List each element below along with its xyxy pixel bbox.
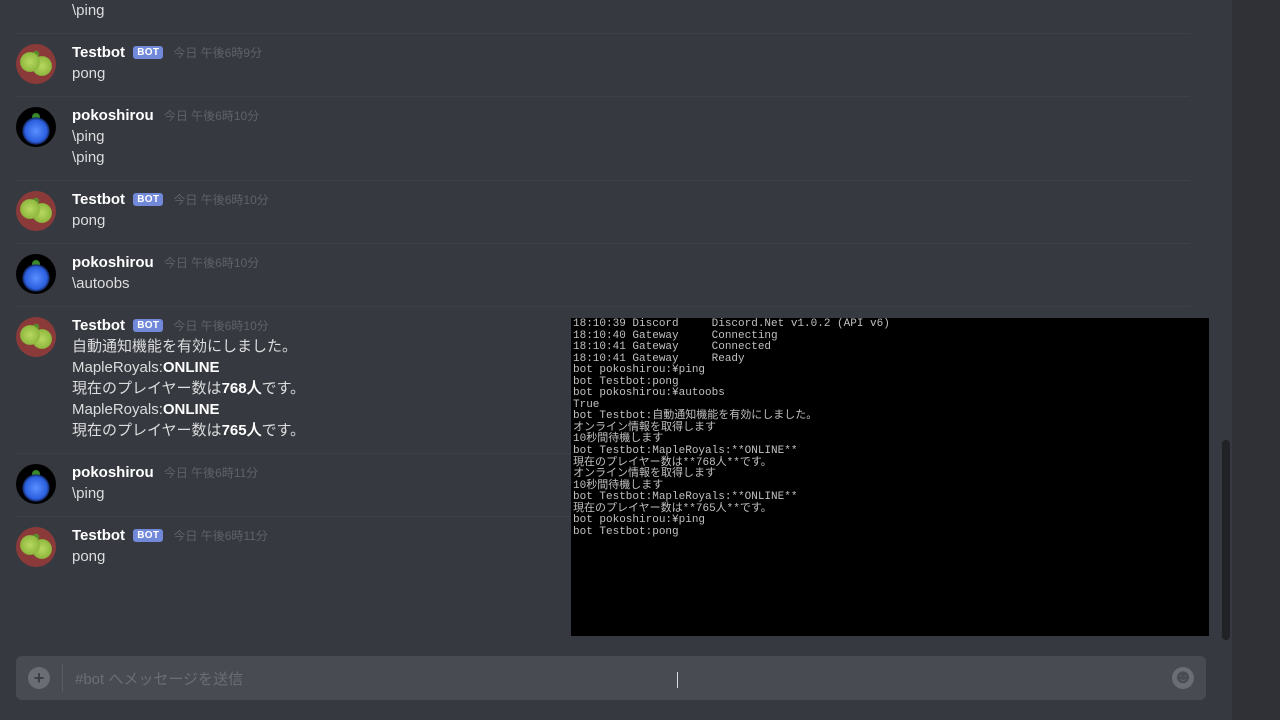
timestamp: 今日 午後6時10分 xyxy=(164,109,259,123)
username[interactable]: pokoshirou xyxy=(72,254,154,271)
timestamp: 今日 午後6時10分 xyxy=(173,319,268,333)
message: Testbot BOT 今日 午後6時10分 pong xyxy=(0,181,1206,237)
message: pokoshirou 今日 午後6時10分 \autoobs xyxy=(0,244,1206,300)
message-header: pokoshirou 今日 午後6時10分 xyxy=(72,107,1190,124)
message-text: pong xyxy=(72,63,1190,84)
avatar[interactable] xyxy=(16,527,56,567)
message-body: pokoshirou 今日 午後6時10分 \ping \ping xyxy=(72,107,1190,168)
username[interactable]: Testbot xyxy=(72,191,125,208)
timestamp: 今日 午後6時10分 xyxy=(173,193,268,207)
bot-badge: BOT xyxy=(133,529,163,542)
message-header: Testbot BOT 今日 午後6時9分 xyxy=(72,44,1190,61)
message-text: \ping xyxy=(72,147,1190,168)
avatar[interactable] xyxy=(16,464,56,504)
message-header: Testbot BOT 今日 午後6時10分 xyxy=(72,191,1190,208)
timestamp: 今日 午後6時11分 xyxy=(164,466,258,480)
console-window: 18:10:39 Discord Discord.Net v1.0.2 (API… xyxy=(571,318,1209,636)
message-text: pong xyxy=(72,210,1190,231)
attach-button[interactable]: + xyxy=(28,667,50,689)
message-body: Testbot BOT 今日 午後6時10分 pong xyxy=(72,191,1190,231)
bot-badge: BOT xyxy=(133,46,163,59)
timestamp: 今日 午後6時10分 xyxy=(164,256,259,270)
avatar[interactable] xyxy=(16,317,56,357)
bot-badge: BOT xyxy=(133,193,163,206)
username[interactable]: Testbot xyxy=(72,527,125,544)
text-cursor-icon xyxy=(677,672,678,688)
avatar[interactable] xyxy=(16,191,56,231)
username[interactable]: pokoshirou xyxy=(72,107,154,124)
bot-badge: BOT xyxy=(133,319,163,332)
scrollbar[interactable] xyxy=(1222,0,1230,645)
emoji-button[interactable] xyxy=(1172,667,1194,689)
message-content-partial: \ping xyxy=(0,0,1206,27)
right-sidebar-strip xyxy=(1232,0,1280,720)
avatar[interactable] xyxy=(16,107,56,147)
username[interactable]: Testbot xyxy=(72,317,125,334)
input-divider xyxy=(62,664,63,692)
message-header: pokoshirou 今日 午後6時10分 xyxy=(72,254,1190,271)
avatar[interactable] xyxy=(16,254,56,294)
timestamp: 今日 午後6時9分 xyxy=(173,46,262,60)
message: Testbot BOT 今日 午後6時9分 pong xyxy=(0,34,1206,90)
avatar[interactable] xyxy=(16,44,56,84)
message-text: \autoobs xyxy=(72,273,1190,294)
scrollbar-thumb[interactable] xyxy=(1222,440,1230,640)
message-body: pokoshirou 今日 午後6時10分 \autoobs xyxy=(72,254,1190,294)
message: pokoshirou 今日 午後6時10分 \ping \ping xyxy=(0,97,1206,174)
message-input-bar[interactable]: + #bot へメッセージを送信 xyxy=(16,656,1206,700)
message-input-placeholder[interactable]: #bot へメッセージを送信 xyxy=(75,668,1172,689)
message-text: \ping xyxy=(72,126,1190,147)
message-body: Testbot BOT 今日 午後6時9分 pong xyxy=(72,44,1190,84)
username[interactable]: pokoshirou xyxy=(72,464,154,481)
message-text: \ping xyxy=(72,0,1190,21)
username[interactable]: Testbot xyxy=(72,44,125,61)
timestamp: 今日 午後6時11分 xyxy=(173,529,267,543)
